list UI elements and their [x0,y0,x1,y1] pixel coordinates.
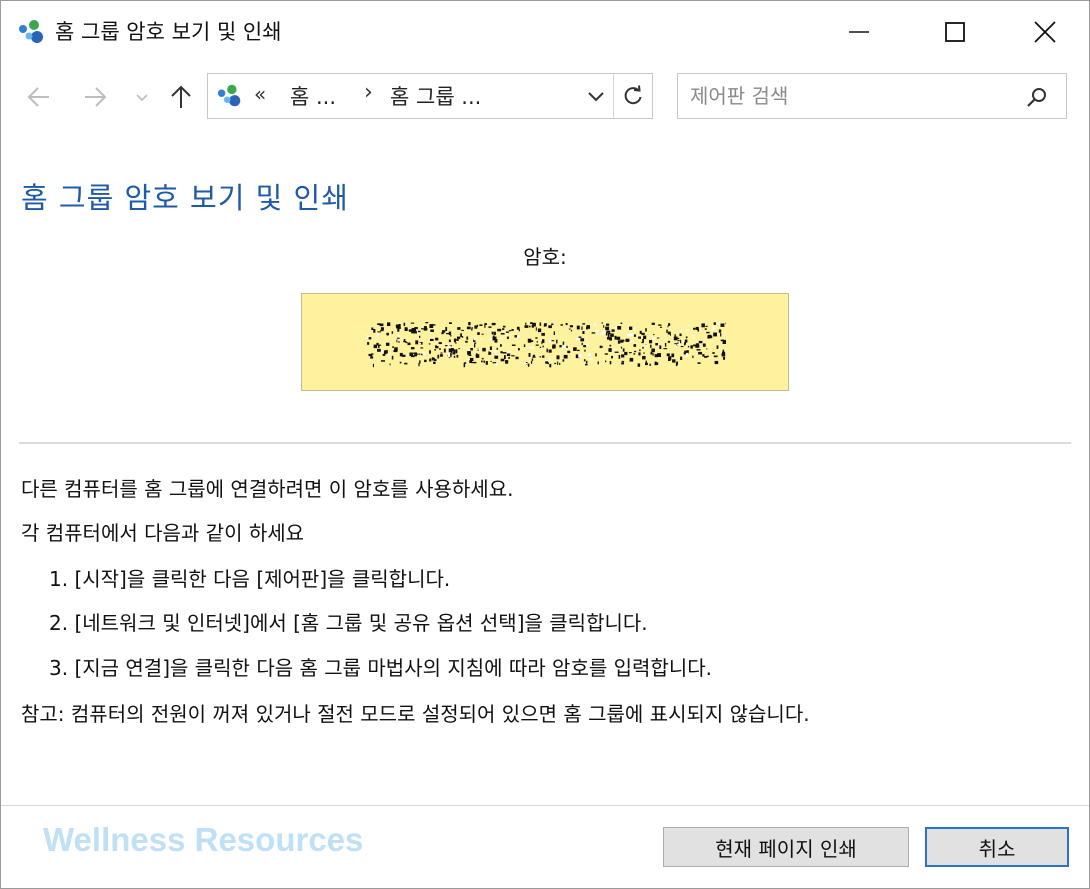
close-button[interactable] [1017,7,1073,57]
each-computer-text: 각 컴퓨터에서 다음과 같이 하세요 [21,521,305,545]
homegroup-icon [19,20,43,43]
note-text: 참고: 컴퓨터의 전원이 꺼져 있거나 절전 모드로 설정되어 있으면 홈 그룹… [21,702,810,726]
password-label: 암호: [523,245,567,269]
breadcrumb-home[interactable]: 홈 ... [290,81,336,111]
search-button[interactable] [1022,82,1052,112]
close-icon [1034,21,1056,43]
address-bar[interactable]: « 홈 ... › 홈 그룹 ... [207,73,653,119]
forward-button[interactable] [79,81,111,113]
title-bar: 홈 그룹 암호 보기 및 인쇄 [1,1,1089,63]
maximize-icon [945,22,965,42]
address-divider [613,74,614,118]
address-overflow-button[interactable]: « [254,82,266,106]
back-button[interactable] [23,81,55,113]
homegroup-password-window: 홈 그룹 암호 보기 및 인쇄 « 홈 ... › 홈 그룹 ... 제어판 검… [0,0,1090,889]
chevron-down-icon [136,94,148,102]
search-icon [1027,88,1046,107]
footer-divider [1,805,1089,806]
refresh-icon [624,85,642,105]
maximize-button[interactable] [927,7,983,57]
step-2: 2. [네트워크 및 인터넷]에서 [홈 그룹 및 공유 옵션 선택]을 클릭합… [49,611,648,635]
chevron-down-icon [588,92,604,102]
search-input[interactable] [688,78,1012,114]
window-title: 홈 그룹 암호 보기 및 인쇄 [55,20,282,44]
recent-locations-button[interactable] [129,81,155,113]
minimize-icon [849,31,869,33]
password-box [301,293,789,391]
breadcrumb-homegroup[interactable]: 홈 그룹 ... [390,81,481,111]
minimize-button[interactable] [831,7,887,57]
arrow-right-icon [85,87,107,107]
up-button[interactable] [165,81,197,113]
page-title: 홈 그룹 암호 보기 및 인쇄 [21,181,349,215]
section-divider [19,442,1071,444]
arrow-up-icon [171,85,191,108]
homegroup-icon [217,84,241,107]
cancel-button[interactable]: 취소 [925,827,1069,867]
refresh-button[interactable] [616,80,650,112]
print-page-button[interactable]: 현재 페이지 인쇄 [663,827,909,867]
breadcrumb-separator[interactable]: › [364,80,373,105]
step-3: 3. [지금 연결]을 클릭한 다음 홈 그룹 마법사의 지침에 따라 암호를 … [49,656,712,680]
address-dropdown-button[interactable] [582,82,610,110]
navigation-bar: « 홈 ... › 홈 그룹 ... [1,69,1089,125]
step-1: 1. [시작]을 클릭한 다음 [제어판]을 클릭합니다. [49,567,451,591]
search-box[interactable] [677,73,1067,119]
watermark: Wellness Resources [43,821,364,858]
password-obscured-image [366,322,726,368]
arrow-left-icon [27,87,49,107]
intro-text: 다른 컴퓨터를 홈 그룹에 연결하려면 이 암호를 사용하세요. [21,477,514,501]
